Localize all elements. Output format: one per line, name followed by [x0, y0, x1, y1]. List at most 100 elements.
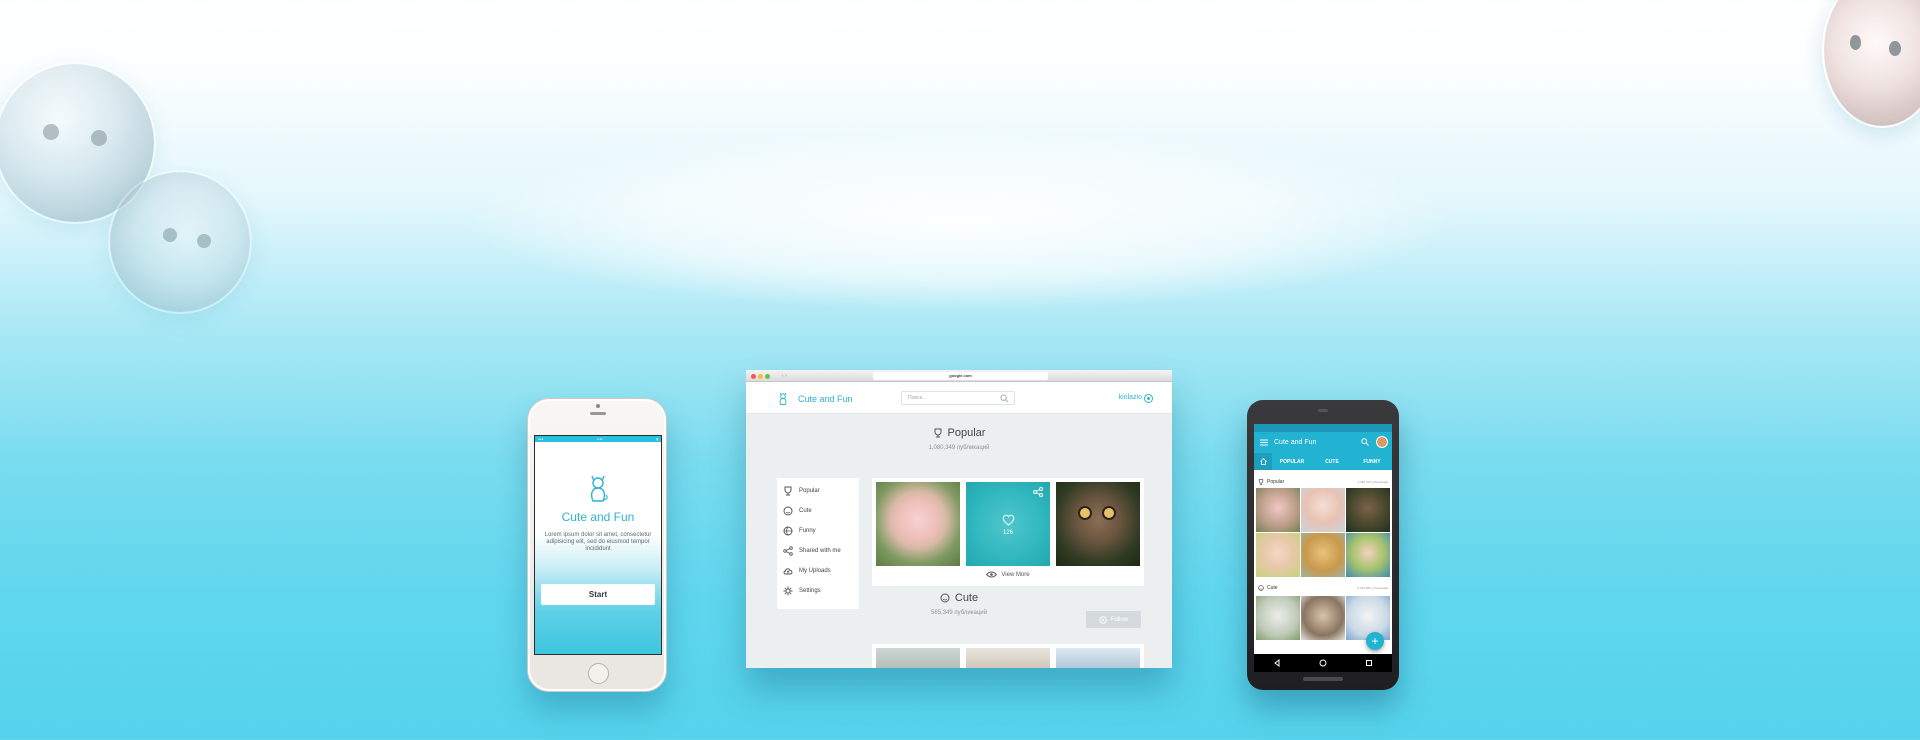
eye-icon	[986, 571, 998, 578]
piglet-photo[interactable]	[876, 482, 960, 566]
follow-button[interactable]: Follow	[1086, 611, 1141, 628]
search-icon[interactable]	[1000, 394, 1009, 403]
back-forward-icon[interactable]: ‹ ›	[782, 373, 794, 379]
like-count: 126	[1002, 530, 1013, 536]
cloud-upload-icon	[783, 568, 793, 575]
android-mockup: Cute and Fun POPULAR CUTE FUNNY Popular …	[1247, 400, 1399, 690]
bottom-speaker	[1303, 677, 1343, 681]
background-glow	[470, 130, 1450, 310]
popular-count: 1,080,349 публикаций	[928, 445, 990, 451]
home-button[interactable]	[588, 663, 609, 684]
minimize-dot[interactable]	[758, 374, 763, 379]
sidebar-item-shared[interactable]: Shared with me	[783, 545, 841, 557]
heart-icon[interactable]	[1002, 514, 1015, 526]
add-fab-button[interactable]: +	[1366, 632, 1384, 650]
intro-text: Lorem ipsum dolor sit amet, consectetur …	[544, 532, 652, 552]
popular-title: Popular	[947, 427, 986, 439]
iphone-screen: ●●● 9:41 ▮ Cute and Fun Lorem ipsum dolor …	[534, 435, 662, 655]
cute-title: Cute	[1267, 585, 1278, 591]
home-circle-icon[interactable]	[1319, 659, 1327, 667]
home-icon	[1259, 458, 1267, 465]
sidebar-item-uploads[interactable]: My Uploads	[783, 565, 831, 577]
sidebar-item-cute[interactable]: Cute	[783, 505, 812, 517]
popular-heading: Popular	[746, 427, 1172, 439]
cute-photo[interactable]	[966, 648, 1050, 668]
popular-card: 126 View More	[872, 478, 1144, 586]
tab-popular[interactable]: POPULAR	[1272, 459, 1312, 465]
back-icon[interactable]	[1273, 659, 1281, 667]
grid-photo[interactable]	[1301, 488, 1345, 532]
eye	[1102, 506, 1116, 520]
share-icon	[783, 546, 793, 556]
search-input[interactable]: Поиск...	[901, 391, 1015, 405]
grid-photo[interactable]	[1256, 596, 1300, 640]
tab-home[interactable]	[1254, 453, 1272, 470]
trophy-icon	[1258, 479, 1264, 485]
sidebar-item-label: My Uploads	[799, 568, 831, 574]
cat-logo-icon	[590, 475, 608, 502]
grid-photo[interactable]	[1256, 533, 1300, 577]
app-bar: Cute and Fun	[1254, 432, 1392, 453]
liked-photo[interactable]: 126	[966, 482, 1050, 566]
smile-icon	[783, 506, 793, 516]
view-more-label: View More	[1001, 571, 1030, 578]
follow-label: Follow	[1110, 616, 1129, 623]
tarsier-photo[interactable]	[1056, 482, 1140, 566]
sidebar: Popular Cute Funny Shared with me My Upl…	[777, 478, 859, 609]
site-title[interactable]: Cute and Fun	[798, 394, 853, 404]
share-icon[interactable]	[1032, 486, 1044, 498]
speaker	[590, 412, 606, 415]
sidebar-item-funny[interactable]: Funny	[783, 525, 816, 537]
system-nav-bar	[1254, 654, 1392, 672]
app-title: Cute and Fun	[561, 510, 635, 524]
browser-window: ‹ › google.com Cute and Fun Поиск... kir…	[746, 370, 1172, 668]
sidebar-item-label: Shared with me	[799, 548, 841, 554]
sidebar-item-popular[interactable]: Popular	[783, 485, 820, 497]
status-bar: ●●● 9:41 ▮	[535, 436, 661, 442]
tab-bar: POPULAR CUTE FUNNY	[1254, 453, 1392, 470]
status-bar	[1254, 424, 1392, 432]
dog-photo-bubble	[1822, 0, 1920, 128]
grid-photo[interactable]	[1301, 533, 1345, 577]
grid-photo[interactable]	[1301, 596, 1345, 640]
smile-icon	[1258, 585, 1264, 591]
eye	[1078, 506, 1092, 520]
iphone-mockup: ●●● 9:41 ▮ Cute and Fun Lorem ipsum dolor …	[527, 398, 667, 692]
sidebar-item-label: Popular	[799, 488, 820, 494]
tab-cute[interactable]: CUTE	[1312, 459, 1352, 465]
site-header: Cute and Fun Поиск... kirilazio	[746, 382, 1172, 414]
trophy-icon	[934, 428, 942, 438]
maximize-dot[interactable]	[765, 374, 770, 379]
popular-count: 1,085,349 публикаций	[1357, 480, 1388, 484]
grid-photo[interactable]	[1346, 533, 1390, 577]
avatar[interactable]	[1376, 436, 1388, 448]
trophy-icon	[784, 486, 792, 496]
speaker	[1318, 409, 1328, 412]
popular-title: Popular	[1267, 479, 1285, 485]
user-icon[interactable]	[1144, 394, 1153, 403]
grid-photo[interactable]	[1256, 488, 1300, 532]
cute-count: 6,540,080 публикаций	[1357, 586, 1388, 590]
view-more-button[interactable]: View More	[872, 571, 1144, 578]
front-camera	[596, 404, 600, 408]
cute-title: Cute	[954, 592, 979, 604]
cute-photo[interactable]	[876, 648, 960, 668]
grid-photo[interactable]	[1346, 488, 1390, 532]
search-placeholder: Поиск...	[908, 395, 927, 401]
search-icon[interactable]	[1361, 438, 1369, 446]
cat-logo-icon	[779, 392, 787, 405]
address-bar[interactable]: google.com	[873, 372, 1048, 380]
tab-funny[interactable]: FUNNY	[1352, 459, 1392, 465]
recents-icon[interactable]	[1365, 659, 1373, 667]
dog-photo-bubble	[108, 170, 252, 314]
app-title: Cute and Fun	[1274, 439, 1317, 446]
start-button[interactable]: Start	[541, 584, 655, 605]
android-screen: Cute and Fun POPULAR CUTE FUNNY Popular …	[1254, 424, 1392, 672]
cute-photo[interactable]	[1056, 648, 1140, 668]
smile-icon	[940, 593, 950, 603]
ball-icon	[783, 526, 793, 536]
username-link[interactable]: kirilazio	[1119, 394, 1142, 401]
cute-card	[872, 644, 1144, 668]
close-dot[interactable]	[751, 374, 756, 379]
menu-icon[interactable]	[1260, 439, 1268, 446]
